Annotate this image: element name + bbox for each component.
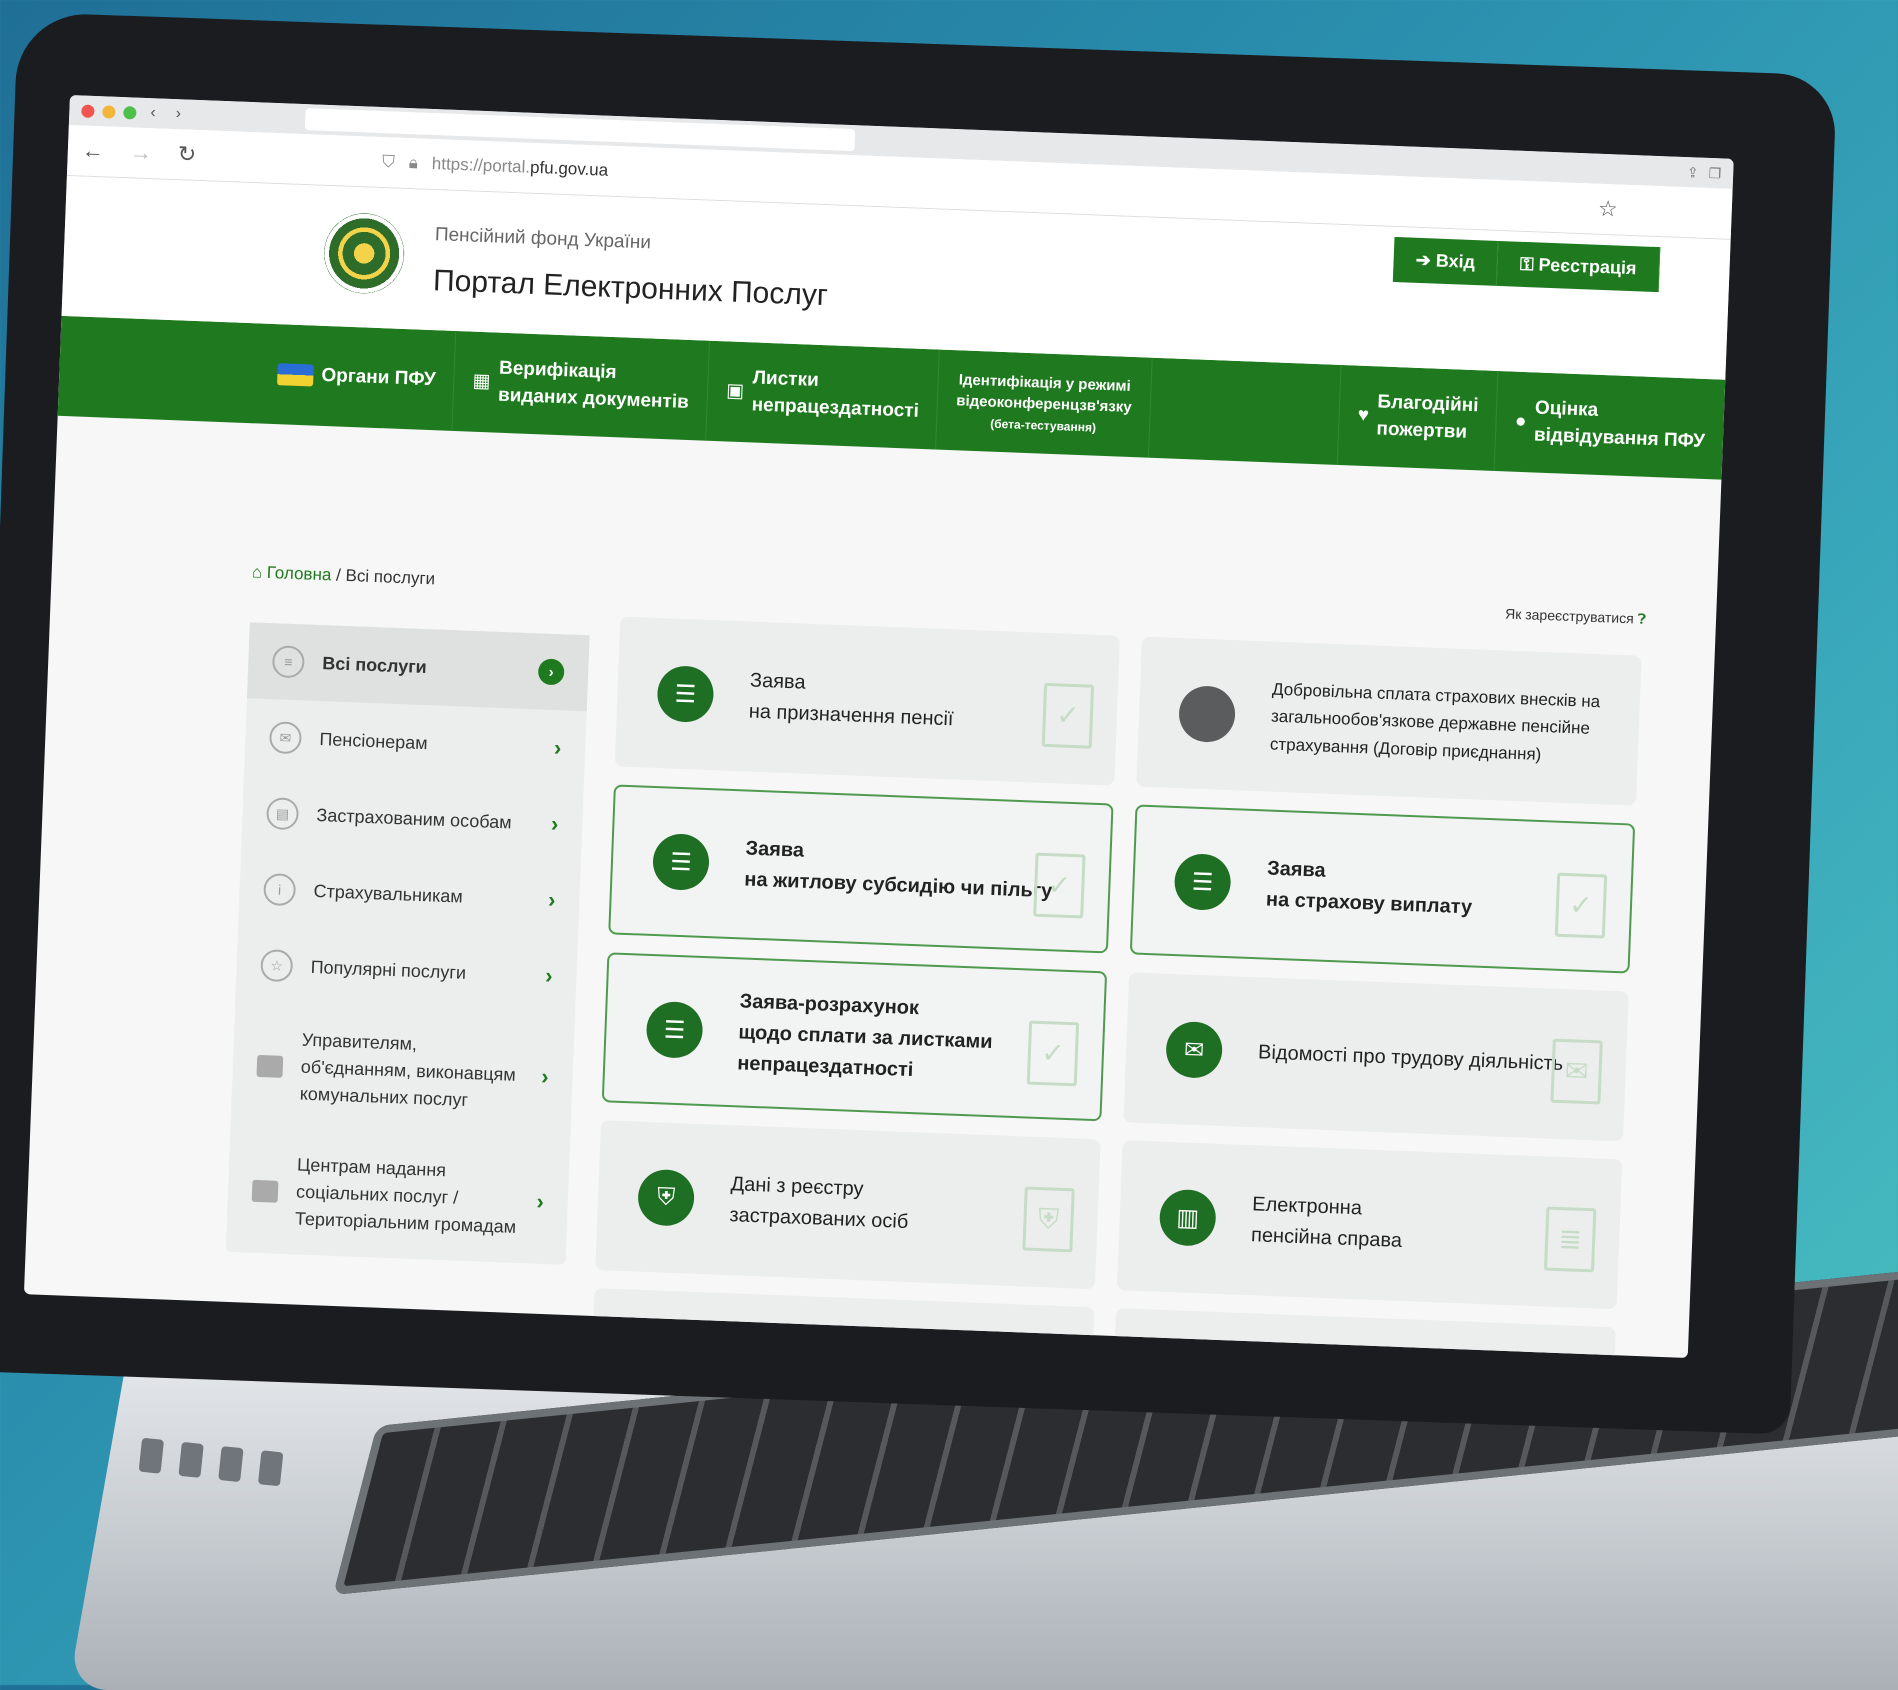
nav-item-pfu-offices[interactable]: Органи ПФУ — [257, 323, 457, 431]
card-electronic-pension-file[interactable]: ▥ Електронна пенсійна справа ≣ — [1116, 1140, 1623, 1310]
back-arrow-icon[interactable]: ← — [81, 138, 104, 165]
card-voluntary-contributions[interactable]: Добровільна сплата страхових внесків на … — [1136, 636, 1642, 806]
services-sidebar: ≡ Всі послуги › ✉ Пенсіонерам › ▤ Застра… — [225, 622, 590, 1265]
url-prefix: https://portal. — [431, 153, 531, 177]
chevron-right-icon: › — [536, 1188, 545, 1214]
shield-watermark-icon: ⛨ — [1022, 1186, 1075, 1253]
lock-icon: 🔒︎ — [408, 153, 419, 173]
how-to-register-link[interactable]: Як зареєструватися ❓︎ — [1505, 605, 1647, 627]
org-name: Пенсійний фонд України — [434, 224, 652, 254]
document-check-watermark-icon: ✓ — [1026, 1020, 1080, 1087]
clipboard-watermark-icon: ≣ — [1543, 1206, 1597, 1273]
sidebar-item-social-centers[interactable]: Центрам надання соціальних послуг / Тери… — [226, 1127, 571, 1265]
chevron-right-icon: › — [553, 735, 562, 761]
document-check-icon: ☰ — [651, 832, 711, 892]
breadcrumb-home-link[interactable]: Головна — [266, 563, 331, 584]
breadcrumb: ⌂ Головна / Всі послуги — [251, 562, 436, 589]
document-check-watermark-icon: ✓ — [1554, 872, 1608, 939]
nav-spacer — [1148, 357, 1342, 465]
chevron-right-icon: › — [544, 962, 554, 989]
ukraine-map-icon — [277, 363, 314, 387]
envelope-edit-icon: ✉ — [1165, 1020, 1224, 1079]
folder-icon — [251, 1179, 279, 1203]
share-icon[interactable]: ⇪ — [1687, 164, 1699, 181]
tabs-icon[interactable]: ❐ — [1708, 164, 1721, 181]
document-icon: ▤ — [265, 797, 300, 831]
card-employment-records[interactable]: ✉ Відомості про трудову діяльність ✉ — [1123, 972, 1629, 1142]
nav-item-video-identification[interactable]: Ідентифікація у режимі відеоконференцзв'я… — [936, 349, 1153, 458]
pfu-logo[interactable] — [322, 211, 406, 295]
medical-case-icon: ▣ — [725, 380, 745, 402]
portal-title: Портал Електронних Послуг — [432, 264, 829, 313]
info-icon: i — [263, 873, 297, 907]
reload-icon[interactable]: ↻ — [177, 141, 196, 168]
forward-arrow-icon[interactable]: → — [129, 139, 152, 166]
breadcrumb-current: Всі послуги — [345, 565, 436, 589]
minimize-window-icon[interactable] — [102, 104, 116, 119]
sidebar-item-popular[interactable]: ☆ Популярні послуги › — [235, 926, 578, 1015]
register-button[interactable]: ⚿ Реєстрація — [1497, 240, 1661, 293]
shield-icon: ⛉ — [381, 152, 396, 172]
nav-item-donations[interactable]: ♥ Благодійні пожертви — [1337, 365, 1499, 471]
card-insurance-payment[interactable]: ☰ Заява на страхову виплату ✓ — [1129, 804, 1636, 974]
circle-icon — [1178, 685, 1237, 744]
tab-back-icon[interactable]: ‹ — [144, 104, 162, 123]
chevron-right-icon: › — [550, 811, 559, 837]
url-field[interactable]: ⛉ 🔒︎ https://portal.pfu.gov.ua — [382, 152, 609, 181]
document-check-icon: ☰ — [1173, 853, 1232, 912]
list-icon: ≡ — [271, 645, 306, 679]
close-window-icon[interactable] — [81, 103, 95, 118]
home-icon[interactable]: ⌂ — [251, 562, 262, 581]
speech-bubble-icon: ● — [1514, 410, 1527, 432]
service-cards-grid: ☰ Заява на призначення пенсії ✓ Добровіль… — [593, 616, 1660, 1359]
card-sick-leave-calculation[interactable]: ☰ Заява-розрахунок щодо сплати за листкам… — [601, 952, 1108, 1122]
nav-item-rating[interactable]: ● Оцінка відвідування ПФУ — [1495, 371, 1725, 480]
sidebar-item-managers[interactable]: Управителям, об'єднанням, виконавцям ком… — [231, 1002, 576, 1140]
tab-forward-icon[interactable]: › — [169, 105, 187, 124]
chevron-right-icon: › — [547, 886, 556, 913]
envelope-watermark-icon: ✉ — [1550, 1038, 1603, 1105]
folder-document-icon: ▥ — [1158, 1188, 1217, 1247]
folder-icon — [256, 1054, 284, 1078]
card-pension-application[interactable]: ☰ Заява на призначення пенсії ✓ — [614, 616, 1121, 786]
url-domain: pfu.gov.ua — [529, 157, 609, 180]
chevron-right-icon: › — [537, 658, 565, 686]
sidebar-item-insurers[interactable]: i Страхувальникам › — [238, 850, 581, 939]
auth-buttons: ➔ Вхід ⚿ Реєстрація — [1392, 236, 1661, 293]
sidebar-item-pensioners[interactable]: ✉ Пенсіонерам › — [244, 698, 587, 787]
nav-item-sick-leave[interactable]: ▣ Листки непрацездатності — [706, 340, 941, 450]
login-button[interactable]: ➔ Вхід — [1392, 236, 1499, 286]
document-check-icon: ☰ — [645, 1000, 704, 1059]
document-check-icon: ☰ — [656, 665, 715, 724]
sidebar-item-insured[interactable]: ▤ Застрахованим особам › — [241, 774, 584, 863]
shield-person-icon: ⛨ — [637, 1168, 696, 1227]
bookmark-star-icon[interactable]: ☆ — [1598, 196, 1619, 223]
card-insured-registry[interactable]: ⛨ Дані з реєстру застрахованих осіб ⛨ — [595, 1120, 1101, 1290]
document-check-watermark-icon: ✓ — [1033, 852, 1086, 919]
document-check-watermark-icon: ✓ — [1041, 682, 1095, 749]
envelope-icon: ✉ — [268, 721, 303, 755]
sidebar-item-all-services[interactable]: ≡ Всі послуги › — [246, 622, 590, 712]
help-icon: ❓︎ — [1637, 610, 1647, 627]
login-icon: ➔ — [1415, 249, 1432, 271]
nav-item-verification[interactable]: ▦ Верифікація виданих документів — [452, 331, 711, 441]
qr-code-icon: ▦ — [472, 370, 491, 393]
maximize-window-icon[interactable] — [123, 105, 137, 120]
star-icon: ☆ — [260, 948, 294, 983]
donation-icon: ♥ — [1357, 404, 1370, 426]
key-icon: ⚿ — [1519, 253, 1535, 275]
chevron-right-icon: › — [540, 1063, 550, 1089]
laptop-screen: ‹ › ⇪ ❐ ← → ↻ ⛉ 🔒︎ https://portal.pfu.gov… — [23, 95, 1734, 1359]
card-housing-subsidy[interactable]: ☰ Заява на житлову субсидію чи пільгу ✓ — [608, 784, 1114, 954]
